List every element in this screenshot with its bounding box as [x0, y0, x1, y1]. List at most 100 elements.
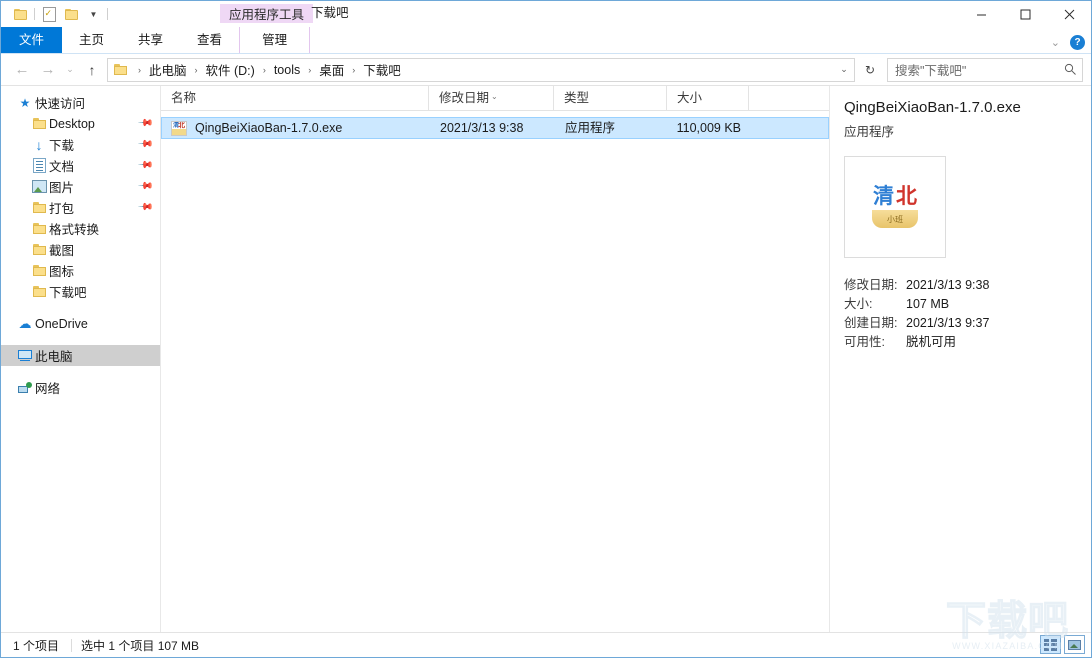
sidebar-item-label: 格式转换 [49, 223, 100, 237]
column-header-type[interactable]: 类型 [554, 86, 667, 110]
logo-badge: 小班 [872, 210, 918, 228]
divider [71, 638, 73, 652]
sidebar-item-quick-access[interactable]: ★ 快速访问 [1, 92, 160, 113]
tab-share[interactable]: 共享 [121, 27, 180, 53]
title-bar: ▼ 应用程序工具 下载吧 [1, 1, 1091, 27]
metadata-value: 脱机可用 [906, 335, 957, 349]
file-date-cell: 2021/3/13 9:38 [440, 121, 524, 135]
file-size-cell: 110,009 KB [676, 121, 741, 135]
folder-icon [29, 118, 49, 129]
sidebar-item-label: 图标 [49, 265, 75, 279]
new-folder-icon[interactable] [60, 3, 82, 25]
contextual-tab-group-label: 应用程序工具 [220, 4, 314, 23]
maximize-icon[interactable] [1003, 1, 1047, 27]
ribbon-tabs: 文件 主页 共享 查看 管理 [1, 27, 311, 53]
folder-icon [29, 244, 49, 255]
sidebar-item-format-conversion[interactable]: 格式转换 [1, 218, 160, 239]
sidebar-item-xiazaiba[interactable]: 下载吧 [1, 281, 160, 302]
properties-icon[interactable] [38, 3, 60, 25]
back-arrow-icon[interactable]: ← [9, 57, 35, 83]
large-icons-view-button[interactable] [1064, 635, 1085, 654]
explorer-body: ★ 快速访问 Desktop 📌 ↓ 下载 📌 文档 📌 图片 📌 打包 📌 格… [1, 85, 1091, 632]
sidebar-item-downloads[interactable]: ↓ 下载 📌 [1, 134, 160, 155]
sidebar-item-packaging[interactable]: 打包 📌 [1, 197, 160, 218]
search-icon[interactable] [1058, 63, 1082, 76]
file-type-cell: 应用程序 [565, 121, 616, 135]
sidebar-item-pictures[interactable]: 图片 📌 [1, 176, 160, 197]
folder-icon[interactable] [9, 3, 31, 25]
file-explorer-window: ▼ 应用程序工具 下载吧 文件 主页 共享 查看 管理 ⌄ ? [0, 0, 1092, 658]
address-bar: ← → ⌄ ↑ › 此电脑 › 软件 (D:) › tools › 桌面 › 下… [1, 54, 1091, 85]
sidebar-item-screenshots[interactable]: 截图 [1, 239, 160, 260]
search-input[interactable]: 搜索"下载吧" [887, 57, 1083, 82]
tab-manage[interactable]: 管理 [239, 27, 311, 53]
metadata-value: 2021/3/13 9:37 [906, 316, 990, 330]
sidebar-item-label: 图片 [49, 181, 75, 195]
breadcrumb-item-1[interactable]: 软件 (D:) [204, 60, 257, 79]
sidebar-item-label: 文档 [49, 160, 75, 174]
pin-icon[interactable]: 📌 [136, 115, 153, 132]
details-view-button[interactable] [1040, 635, 1061, 654]
sidebar-item-this-pc[interactable]: 此电脑 [1, 345, 160, 366]
recent-locations-icon[interactable]: ⌄ [61, 57, 79, 83]
sidebar-item-label: 快速访问 [35, 97, 86, 111]
ribbon-tab-bar: 文件 主页 共享 查看 管理 ⌄ ? [1, 27, 1091, 53]
breadcrumb-item-2[interactable]: tools [272, 63, 302, 77]
star-icon: ★ [19, 95, 31, 110]
breadcrumb-separator: › [194, 64, 198, 75]
breadcrumb-item-3[interactable]: 桌面 [317, 60, 346, 79]
ribbon-right-controls: ⌄ ? [1051, 35, 1085, 50]
pin-icon[interactable]: 📌 [136, 199, 153, 216]
pin-icon[interactable]: 📌 [136, 136, 153, 153]
pin-icon[interactable]: 📌 [136, 178, 153, 195]
navigation-pane: ★ 快速访问 Desktop 📌 ↓ 下载 📌 文档 📌 图片 📌 打包 📌 格… [1, 86, 161, 632]
view-buttons [1040, 635, 1085, 654]
breadcrumb-separator: › [138, 64, 141, 75]
sidebar-item-documents[interactable]: 文档 📌 [1, 155, 160, 176]
tab-view[interactable]: 查看 [180, 27, 239, 53]
minimize-icon[interactable] [959, 1, 1003, 27]
window-controls [959, 1, 1091, 27]
downloads-icon: ↓ [35, 136, 43, 153]
metadata-key: 可用性: [844, 335, 885, 349]
breadcrumb-item-4[interactable]: 下载吧 [361, 60, 403, 79]
column-header-size[interactable]: 大小 [667, 86, 749, 110]
up-arrow-icon[interactable]: ↑ [79, 57, 105, 83]
sidebar-item-network[interactable]: 网络 [1, 377, 160, 398]
sidebar-item-label: 打包 [49, 202, 75, 216]
details-metadata: 修改日期: 2021/3/13 9:38 大小: 107 MB 创建日期: 20… [844, 276, 1091, 352]
metadata-value: 2021/3/13 9:38 [906, 278, 990, 292]
this-pc-icon [15, 350, 35, 361]
pin-icon[interactable]: 📌 [136, 157, 153, 174]
chevron-down-icon[interactable]: ⌄ [1051, 36, 1060, 49]
breadcrumb-separator: › [262, 64, 266, 75]
network-icon [15, 382, 35, 393]
metadata-key: 大小: [844, 297, 873, 311]
sidebar-item-icons[interactable]: 图标 [1, 260, 160, 281]
column-header-name[interactable]: 名称 [161, 86, 429, 110]
sidebar-item-onedrive[interactable]: ☁ OneDrive [1, 313, 160, 334]
column-headers: 名称 ⌄ 修改日期 类型 大小 [161, 86, 829, 111]
sidebar-item-desktop[interactable]: Desktop 📌 [1, 113, 160, 134]
address-dropdown-icon[interactable]: ⌄ [834, 60, 854, 80]
refresh-icon[interactable]: ↻ [859, 59, 881, 81]
close-icon[interactable] [1047, 1, 1091, 27]
sort-ascending-icon: ⌄ [491, 92, 498, 101]
column-header-date[interactable]: ⌄ 修改日期 [429, 86, 554, 110]
tab-file[interactable]: 文件 [1, 27, 63, 53]
customize-caret-icon[interactable]: ▼ [82, 3, 104, 25]
table-row[interactable]: 清北 QingBeiXiaoBan-1.7.0.exe 2021/3/13 9:… [161, 117, 829, 139]
folder-icon [29, 265, 49, 276]
breadcrumb-folder-icon [114, 64, 127, 75]
sidebar-item-label: 网络 [35, 382, 61, 396]
metadata-row: 创建日期: 2021/3/13 9:37 [844, 314, 1091, 333]
details-pane: QingBeiXiaoBan-1.7.0.exe 应用程序 清 北 小班 修改日… [829, 86, 1091, 632]
help-icon[interactable]: ? [1070, 35, 1085, 50]
breadcrumb-item-0[interactable]: 此电脑 [147, 60, 189, 79]
qingbei-logo-icon: 清 北 小班 [864, 178, 926, 236]
forward-arrow-icon[interactable]: → [35, 57, 61, 83]
tab-home[interactable]: 主页 [62, 27, 121, 53]
breadcrumb[interactable]: › 此电脑 › 软件 (D:) › tools › 桌面 › 下载吧 ⌄ [107, 57, 855, 82]
file-name-cell[interactable]: 清北 QingBeiXiaoBan-1.7.0.exe [162, 118, 430, 138]
cloud-icon: ☁ [18, 316, 32, 331]
